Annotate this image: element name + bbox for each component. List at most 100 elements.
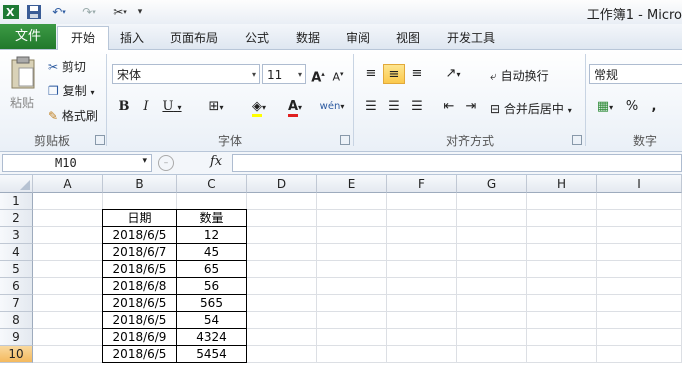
row-header-2[interactable]: 2 xyxy=(0,210,33,227)
wrap-text-button[interactable]: ⤶ 自动换行 xyxy=(490,67,549,84)
row-header-8[interactable]: 8 xyxy=(0,312,33,329)
format-painter-button[interactable]: ✎ 格式刷 xyxy=(48,107,98,124)
cell-a3[interactable] xyxy=(33,227,103,244)
cell-f9[interactable] xyxy=(387,329,457,346)
cell-b3[interactable]: 2018/6/5 xyxy=(102,226,177,244)
align-right-button[interactable]: ☰ xyxy=(406,97,428,117)
cell-i4[interactable] xyxy=(597,244,682,261)
cell-d3[interactable] xyxy=(247,227,317,244)
increase-font-button[interactable]: A▴ xyxy=(310,64,326,85)
clipboard-launcher-icon[interactable] xyxy=(95,135,105,145)
cell-c3[interactable]: 12 xyxy=(176,226,247,244)
cell-b7[interactable]: 2018/6/5 xyxy=(102,294,177,312)
cell-a2[interactable] xyxy=(33,210,103,227)
tab-page-layout[interactable]: 页面布局 xyxy=(165,27,223,49)
cell-d7[interactable] xyxy=(247,295,317,312)
column-header-f[interactable]: F xyxy=(387,175,457,193)
comma-button[interactable]: , xyxy=(646,97,662,117)
cell-h8[interactable] xyxy=(527,312,597,329)
column-header-e[interactable]: E xyxy=(317,175,387,193)
row-header-9[interactable]: 9 xyxy=(0,329,33,346)
column-header-g[interactable]: G xyxy=(457,175,527,193)
column-header-c[interactable]: C xyxy=(177,175,247,193)
tab-home[interactable]: 开始 xyxy=(57,26,109,50)
cell-c9[interactable]: 4324 xyxy=(176,328,247,346)
copy-button[interactable]: ❐ 复制 ▾ xyxy=(48,82,94,99)
tab-developer[interactable]: 开发工具 xyxy=(441,27,501,49)
redo-icon[interactable]: ↷ ▾ xyxy=(78,3,100,20)
phonetic-button[interactable]: wén▾ xyxy=(318,97,346,117)
cell-f1[interactable] xyxy=(387,193,457,210)
cell-e9[interactable] xyxy=(317,329,387,346)
row-header-4[interactable]: 4 xyxy=(0,244,33,261)
cell-g4[interactable] xyxy=(457,244,527,261)
cell-i3[interactable] xyxy=(597,227,682,244)
cell-a4[interactable] xyxy=(33,244,103,261)
alignment-launcher-icon[interactable] xyxy=(572,135,582,145)
cell-d1[interactable] xyxy=(247,193,317,210)
cell-d9[interactable] xyxy=(247,329,317,346)
cell-b10[interactable]: 2018/6/5 xyxy=(102,345,177,363)
cell-d2[interactable] xyxy=(247,210,317,227)
cell-e7[interactable] xyxy=(317,295,387,312)
cell-h4[interactable] xyxy=(527,244,597,261)
tab-data[interactable]: 数据 xyxy=(288,27,328,49)
select-all-corner[interactable] xyxy=(0,175,33,193)
paste-button[interactable]: 粘贴 xyxy=(8,54,38,124)
cell-i5[interactable] xyxy=(597,261,682,278)
number-format-select[interactable]: 常规 xyxy=(589,64,682,84)
cell-e4[interactable] xyxy=(317,244,387,261)
customize-toolbar-icon[interactable]: ▾ xyxy=(134,3,146,20)
cell-a8[interactable] xyxy=(33,312,103,329)
cell-g5[interactable] xyxy=(457,261,527,278)
cell-g1[interactable] xyxy=(457,193,527,210)
tab-insert[interactable]: 插入 xyxy=(112,27,152,49)
cell-b2[interactable]: 日期 xyxy=(102,209,177,227)
cell-f4[interactable] xyxy=(387,244,457,261)
cell-i8[interactable] xyxy=(597,312,682,329)
align-top-button[interactable]: ≡ xyxy=(360,64,382,84)
increase-indent-button[interactable]: ⇥ xyxy=(460,97,482,117)
column-header-i[interactable]: I xyxy=(597,175,682,193)
cell-b8[interactable]: 2018/6/5 xyxy=(102,311,177,329)
cell-c6[interactable]: 56 xyxy=(176,277,247,295)
row-header-5[interactable]: 5 xyxy=(0,261,33,278)
align-center-button[interactable]: ☰ xyxy=(383,97,405,117)
cell-h1[interactable] xyxy=(527,193,597,210)
cell-h2[interactable] xyxy=(527,210,597,227)
decrease-indent-button[interactable]: ⇤ xyxy=(438,97,460,117)
column-header-h[interactable]: H xyxy=(527,175,597,193)
cell-e1[interactable] xyxy=(317,193,387,210)
cell-i2[interactable] xyxy=(597,210,682,227)
cell-i7[interactable] xyxy=(597,295,682,312)
cell-f10[interactable] xyxy=(387,346,457,363)
cell-b1[interactable] xyxy=(103,193,177,210)
tools-icon[interactable]: ✂ ▾ xyxy=(108,3,132,20)
cell-b4[interactable]: 2018/6/7 xyxy=(102,243,177,261)
cell-c2[interactable]: 数量 xyxy=(176,209,247,227)
cell-a10[interactable] xyxy=(33,346,103,363)
align-left-button[interactable]: ☰ xyxy=(360,97,382,117)
column-header-d[interactable]: D xyxy=(247,175,317,193)
cell-c10[interactable]: 5454 xyxy=(176,345,247,363)
cell-h9[interactable] xyxy=(527,329,597,346)
cell-e8[interactable] xyxy=(317,312,387,329)
cell-d10[interactable] xyxy=(247,346,317,363)
cell-a1[interactable] xyxy=(33,193,103,210)
name-box[interactable]: M10 ▾ xyxy=(2,154,152,172)
font-name-select[interactable]: 宋体 ▾ xyxy=(112,64,260,84)
column-header-a[interactable]: A xyxy=(33,175,103,193)
cell-h5[interactable] xyxy=(527,261,597,278)
cell-i1[interactable] xyxy=(597,193,682,210)
underline-button[interactable]: U ▾ xyxy=(160,97,184,117)
save-icon[interactable] xyxy=(26,3,42,20)
cell-h3[interactable] xyxy=(527,227,597,244)
cell-e10[interactable] xyxy=(317,346,387,363)
percent-button[interactable]: % xyxy=(622,97,642,117)
italic-button[interactable]: I xyxy=(138,97,154,117)
cell-d6[interactable] xyxy=(247,278,317,295)
align-middle-button[interactable]: ≡ xyxy=(383,64,405,84)
cell-h7[interactable] xyxy=(527,295,597,312)
cell-g6[interactable] xyxy=(457,278,527,295)
cell-g9[interactable] xyxy=(457,329,527,346)
